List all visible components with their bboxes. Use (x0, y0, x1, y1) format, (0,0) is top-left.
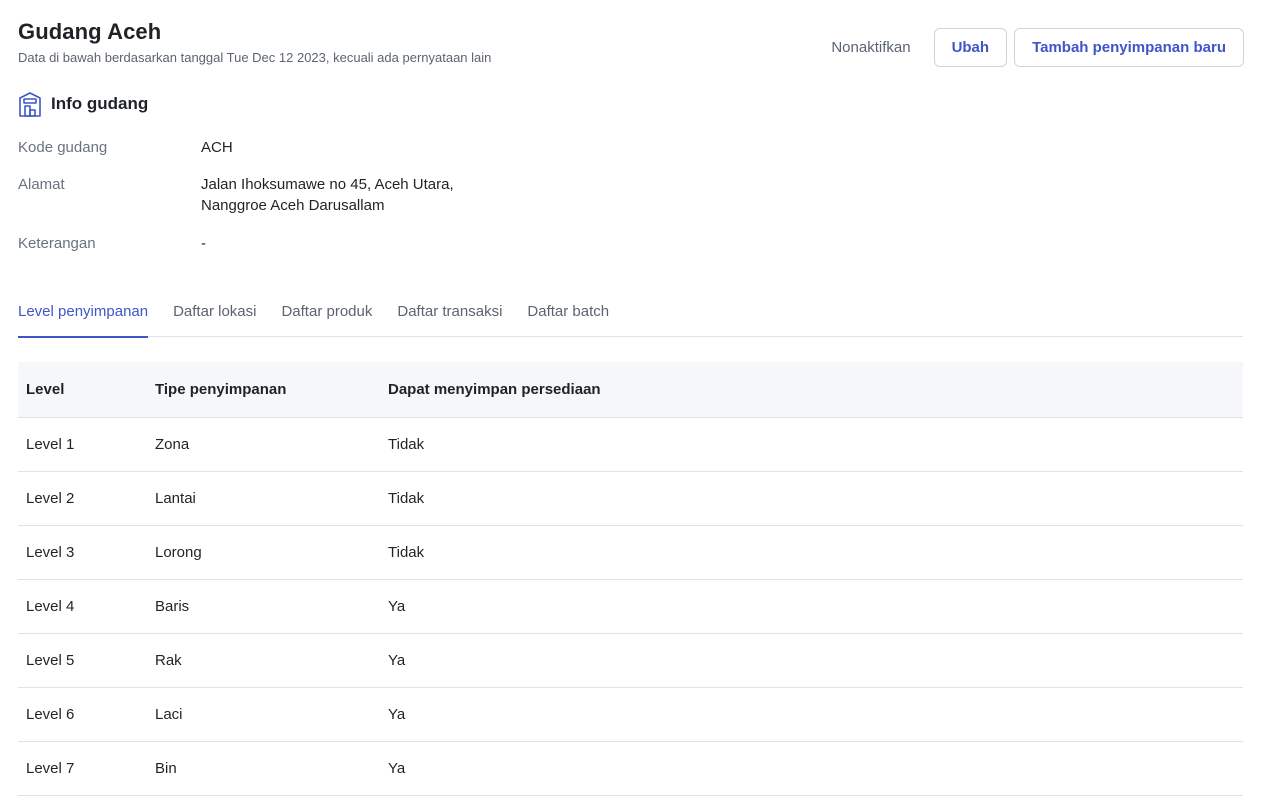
page-subtitle: Data di bawah berdasarkan tanggal Tue De… (18, 50, 492, 65)
edit-button[interactable]: Ubah (933, 28, 1008, 67)
cell-storage-type: Laci (147, 687, 380, 742)
deactivate-button[interactable]: Nonaktifkan (815, 28, 926, 67)
info-label-address: Alamat (18, 176, 65, 193)
tab-storage-levels[interactable]: Level penyimpanan (18, 295, 149, 338)
cell-storage-type: Baris (147, 579, 380, 634)
cell-can-store: Ya (380, 741, 1243, 796)
tab-location-list[interactable]: Daftar lokasi (173, 295, 256, 337)
info-section-header: Info gudang (18, 91, 148, 117)
cell-storage-type: Rak (147, 633, 380, 688)
info-label-notes: Keterangan (18, 235, 96, 252)
add-storage-button[interactable]: Tambah penyimpanan baru (1014, 28, 1244, 67)
cell-can-store: Ya (380, 579, 1243, 634)
info-label-code: Kode gudang (18, 139, 108, 156)
table-row: Level 3 Lorong Tidak (18, 525, 1243, 580)
table-row: Level 4 Baris Ya (18, 579, 1243, 634)
table-row: Level 2 Lantai Tidak (18, 471, 1243, 526)
table-row: Level 5 Rak Ya (18, 633, 1243, 688)
table-row: Level 6 Laci Ya (18, 687, 1243, 742)
cell-level: Level 5 (18, 633, 147, 688)
cell-can-store: Tidak (380, 471, 1243, 526)
cell-level: Level 2 (18, 471, 147, 526)
info-value-notes: - (201, 235, 206, 252)
tab-batch-list[interactable]: Daftar batch (527, 295, 609, 337)
column-header-storage-type: Tipe penyimpanan (147, 362, 380, 418)
column-header-can-store-inventory: Dapat menyimpan persediaan (380, 362, 1243, 418)
cell-can-store: Tidak (380, 417, 1243, 472)
header-actions: Nonaktifkan Ubah Tambah penyimpanan baru (815, 28, 1244, 67)
cell-can-store: Ya (380, 687, 1243, 742)
table-row: Level 7 Bin Ya (18, 741, 1243, 796)
cell-can-store: Ya (380, 633, 1243, 688)
cell-level: Level 7 (18, 741, 147, 796)
page-title: Gudang Aceh (18, 19, 162, 44)
cell-storage-type: Zona (147, 417, 380, 472)
cell-storage-type: Bin (147, 741, 380, 796)
tab-transaction-list[interactable]: Daftar transaksi (397, 295, 502, 337)
tab-bar: Level penyimpanan Daftar lokasi Daftar p… (18, 295, 1243, 338)
info-value-code: ACH (201, 139, 233, 156)
cell-level: Level 6 (18, 687, 147, 742)
warehouse-icon (18, 91, 42, 117)
tab-product-list[interactable]: Daftar produk (281, 295, 372, 337)
storage-level-table: Level Tipe penyimpanan Dapat menyimpan p… (18, 362, 1243, 796)
cell-level: Level 3 (18, 525, 147, 580)
column-header-level: Level (18, 362, 147, 418)
cell-storage-type: Lorong (147, 525, 380, 580)
table-header-row: Level Tipe penyimpanan Dapat menyimpan p… (18, 362, 1243, 418)
info-value-address: Jalan Ihoksumawe no 45, Aceh Utara, Nang… (201, 176, 454, 214)
warehouse-detail-page: Gudang Aceh Data di bawah berdasarkan ta… (0, 0, 1268, 811)
cell-level: Level 4 (18, 579, 147, 634)
cell-level: Level 1 (18, 417, 147, 472)
cell-can-store: Tidak (380, 525, 1243, 580)
info-section-title: Info gudang (51, 94, 149, 113)
cell-storage-type: Lantai (147, 471, 380, 526)
table-row: Level 1 Zona Tidak (18, 417, 1243, 472)
